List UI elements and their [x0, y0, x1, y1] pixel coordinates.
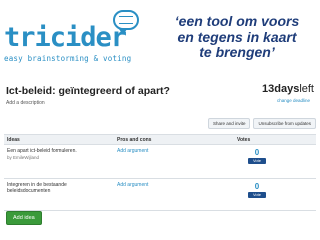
- idea-cell[interactable]: Een apart ict-beleid formuleren. by Emil…: [4, 145, 114, 178]
- logo-wordmark: tricider: [4, 22, 127, 53]
- table-row: Integreren in de bestaande beleidsdocume…: [4, 179, 316, 211]
- add-description-link[interactable]: Add a description: [6, 100, 45, 106]
- ideas-table: Ideas Pros and cons Votes Een apart ict-…: [4, 134, 316, 211]
- vote-count: 0: [254, 182, 260, 191]
- question-title[interactable]: Ict-beleid: geïntegreerd of apart?: [6, 85, 170, 97]
- logo-tagline: easy brainstorming & voting: [4, 54, 132, 63]
- header-votes: Votes: [237, 136, 251, 143]
- question-actions: Share and invite Unsubscribe from update…: [207, 118, 316, 129]
- quote-line-2: en tegens in kaart: [177, 28, 297, 45]
- days-unit: days: [274, 83, 300, 95]
- change-deadline-link[interactable]: change deadline: [277, 98, 310, 103]
- idea-text[interactable]: Integreren in de bestaande beleidsdocume…: [7, 182, 111, 194]
- unsubscribe-button[interactable]: Unsubscribe from updates: [253, 118, 316, 129]
- days-number: 13: [261, 83, 275, 95]
- tricider-logo: tricider easy brainstorming & voting: [4, 8, 154, 66]
- idea-text[interactable]: Een apart ict-beleid formuleren.: [7, 148, 111, 154]
- quote-caption: ‘een tool om voors en tegens in kaart te…: [156, 13, 318, 61]
- days-left: 13daysleft: [262, 83, 314, 95]
- votes-cell: 0 Vote: [234, 145, 316, 178]
- votes-cell: 0 Vote: [234, 179, 316, 210]
- idea-cell[interactable]: Integreren in de bestaande beleidsdocume…: [4, 179, 114, 210]
- add-argument-link[interactable]: Add argument: [117, 182, 231, 188]
- quote-line-1: ‘een tool om voors: [174, 13, 300, 29]
- share-invite-button[interactable]: Share and invite: [207, 118, 251, 129]
- vote-button[interactable]: Vote: [248, 192, 266, 198]
- vote-box: 0 Vote: [248, 148, 266, 164]
- quote-line-3: te brengen’: [199, 44, 275, 60]
- vote-box: 0 Vote: [248, 182, 266, 198]
- arguments-cell: Add argument: [114, 145, 234, 178]
- header-pros-cons: Pros and cons: [117, 136, 152, 143]
- vote-count: 0: [254, 148, 260, 157]
- table-row: Een apart ict-beleid formuleren. by Emil…: [4, 145, 316, 179]
- table-header: Ideas Pros and cons Votes: [4, 134, 316, 145]
- add-idea-button[interactable]: Add idea: [6, 211, 42, 225]
- header-ideas: Ideas: [7, 136, 20, 143]
- arguments-cell: Add argument: [114, 179, 234, 210]
- vote-button[interactable]: Vote: [248, 158, 266, 164]
- days-suffix: left: [299, 83, 314, 95]
- add-argument-link[interactable]: Add argument: [117, 148, 231, 154]
- idea-author: by EmileWijland: [7, 155, 40, 160]
